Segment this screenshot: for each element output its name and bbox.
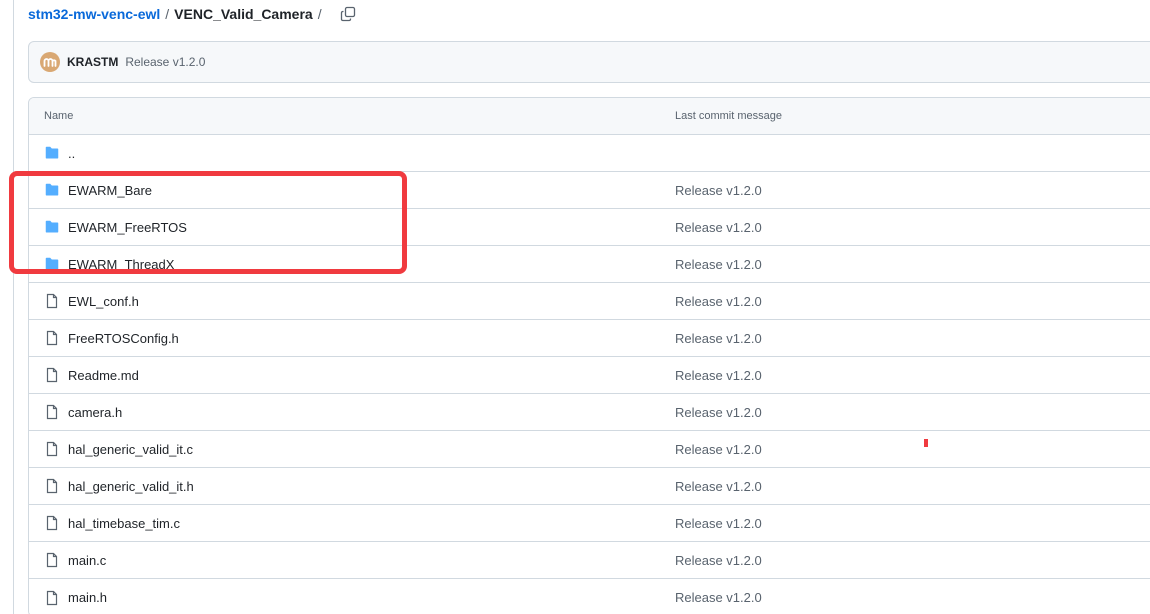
- breadcrumb-separator-trailing: /: [317, 6, 322, 22]
- column-header-name: Name: [44, 110, 74, 122]
- file-link[interactable]: Readme.md: [68, 368, 139, 383]
- folder-icon: [44, 145, 60, 161]
- commit-message-link[interactable]: Release v1.2.0: [675, 220, 762, 235]
- table-row[interactable]: hal_generic_valid_it.h Release v1.2.0: [29, 468, 1150, 505]
- commit-message-link[interactable]: Release v1.2.0: [675, 294, 762, 309]
- file-icon: [44, 330, 60, 346]
- file-icon: [44, 515, 60, 531]
- file-name-cell: main.c: [29, 552, 675, 568]
- commit-message-link[interactable]: Release v1.2.0: [675, 553, 762, 568]
- file-link[interactable]: camera.h: [68, 405, 122, 420]
- commit-author[interactable]: KRASTM: [67, 55, 118, 69]
- copy-path-button[interactable]: [337, 3, 359, 25]
- table-row[interactable]: EWL_conf.h Release v1.2.0: [29, 283, 1150, 320]
- commit-message-link[interactable]: Release v1.2.0: [675, 257, 762, 272]
- file-name-cell: hal_generic_valid_it.c: [29, 441, 675, 457]
- commit-message[interactable]: Release v1.2.0: [125, 55, 205, 69]
- commit-message-link[interactable]: Release v1.2.0: [675, 368, 762, 383]
- table-row[interactable]: ..: [29, 135, 1150, 172]
- table-row[interactable]: main.h Release v1.2.0: [29, 579, 1150, 614]
- commit-message-link[interactable]: Release v1.2.0: [675, 183, 762, 198]
- commit-message-link[interactable]: Release v1.2.0: [675, 590, 762, 605]
- commit-message-link[interactable]: Release v1.2.0: [675, 331, 762, 346]
- file-icon: [44, 441, 60, 457]
- breadcrumb-current-directory: VENC_Valid_Camera: [174, 6, 313, 22]
- avatar-logo-icon: [43, 58, 57, 67]
- red-annotation-mark: [924, 439, 928, 447]
- left-divider: [13, 0, 14, 614]
- file-link[interactable]: hal_generic_valid_it.c: [68, 442, 193, 457]
- commit-message-link[interactable]: Release v1.2.0: [675, 516, 762, 531]
- file-link[interactable]: hal_generic_valid_it.h: [68, 479, 194, 494]
- file-name-cell: camera.h: [29, 404, 675, 420]
- file-link[interactable]: EWL_conf.h: [68, 294, 139, 309]
- file-name-cell: ..: [29, 145, 675, 161]
- column-header-message: Last commit message: [675, 110, 782, 122]
- table-row[interactable]: hal_timebase_tim.c Release v1.2.0: [29, 505, 1150, 542]
- file-icon: [44, 590, 60, 606]
- commit-message-link[interactable]: Release v1.2.0: [675, 442, 762, 457]
- file-link[interactable]: FreeRTOSConfig.h: [68, 331, 179, 346]
- file-icon: [44, 478, 60, 494]
- table-row[interactable]: FreeRTOSConfig.h Release v1.2.0: [29, 320, 1150, 357]
- file-name-cell: hal_timebase_tim.c: [29, 515, 675, 531]
- table-row[interactable]: Readme.md Release v1.2.0: [29, 357, 1150, 394]
- commit-message-link[interactable]: Release v1.2.0: [675, 479, 762, 494]
- file-name-cell: hal_generic_valid_it.h: [29, 478, 675, 494]
- file-icon: [44, 552, 60, 568]
- file-icon: [44, 367, 60, 383]
- file-icon: [44, 404, 60, 420]
- breadcrumb-repo-link[interactable]: stm32-mw-venc-ewl: [28, 6, 160, 22]
- avatar[interactable]: [40, 52, 60, 72]
- latest-commit-bar: KRASTM Release v1.2.0: [28, 41, 1150, 83]
- copy-icon: [340, 6, 355, 22]
- table-row[interactable]: camera.h Release v1.2.0: [29, 394, 1150, 431]
- table-header: Name Last commit message: [29, 98, 1150, 135]
- breadcrumb: stm32-mw-venc-ewl / VENC_Valid_Camera /: [28, 4, 359, 24]
- file-link[interactable]: main.c: [68, 553, 106, 568]
- file-name-cell: FreeRTOSConfig.h: [29, 330, 675, 346]
- file-name-cell: Readme.md: [29, 367, 675, 383]
- file-name-cell: main.h: [29, 590, 675, 606]
- file-name-cell: EWL_conf.h: [29, 293, 675, 309]
- file-icon: [44, 293, 60, 309]
- file-link[interactable]: main.h: [68, 590, 107, 605]
- breadcrumb-separator: /: [165, 6, 170, 22]
- highlight-annotation-box: [9, 171, 407, 274]
- table-row[interactable]: main.c Release v1.2.0: [29, 542, 1150, 579]
- commit-message-link[interactable]: Release v1.2.0: [675, 405, 762, 420]
- table-row[interactable]: hal_generic_valid_it.c Release v1.2.0: [29, 431, 1150, 468]
- folder-link[interactable]: ..: [68, 146, 75, 161]
- file-link[interactable]: hal_timebase_tim.c: [68, 516, 180, 531]
